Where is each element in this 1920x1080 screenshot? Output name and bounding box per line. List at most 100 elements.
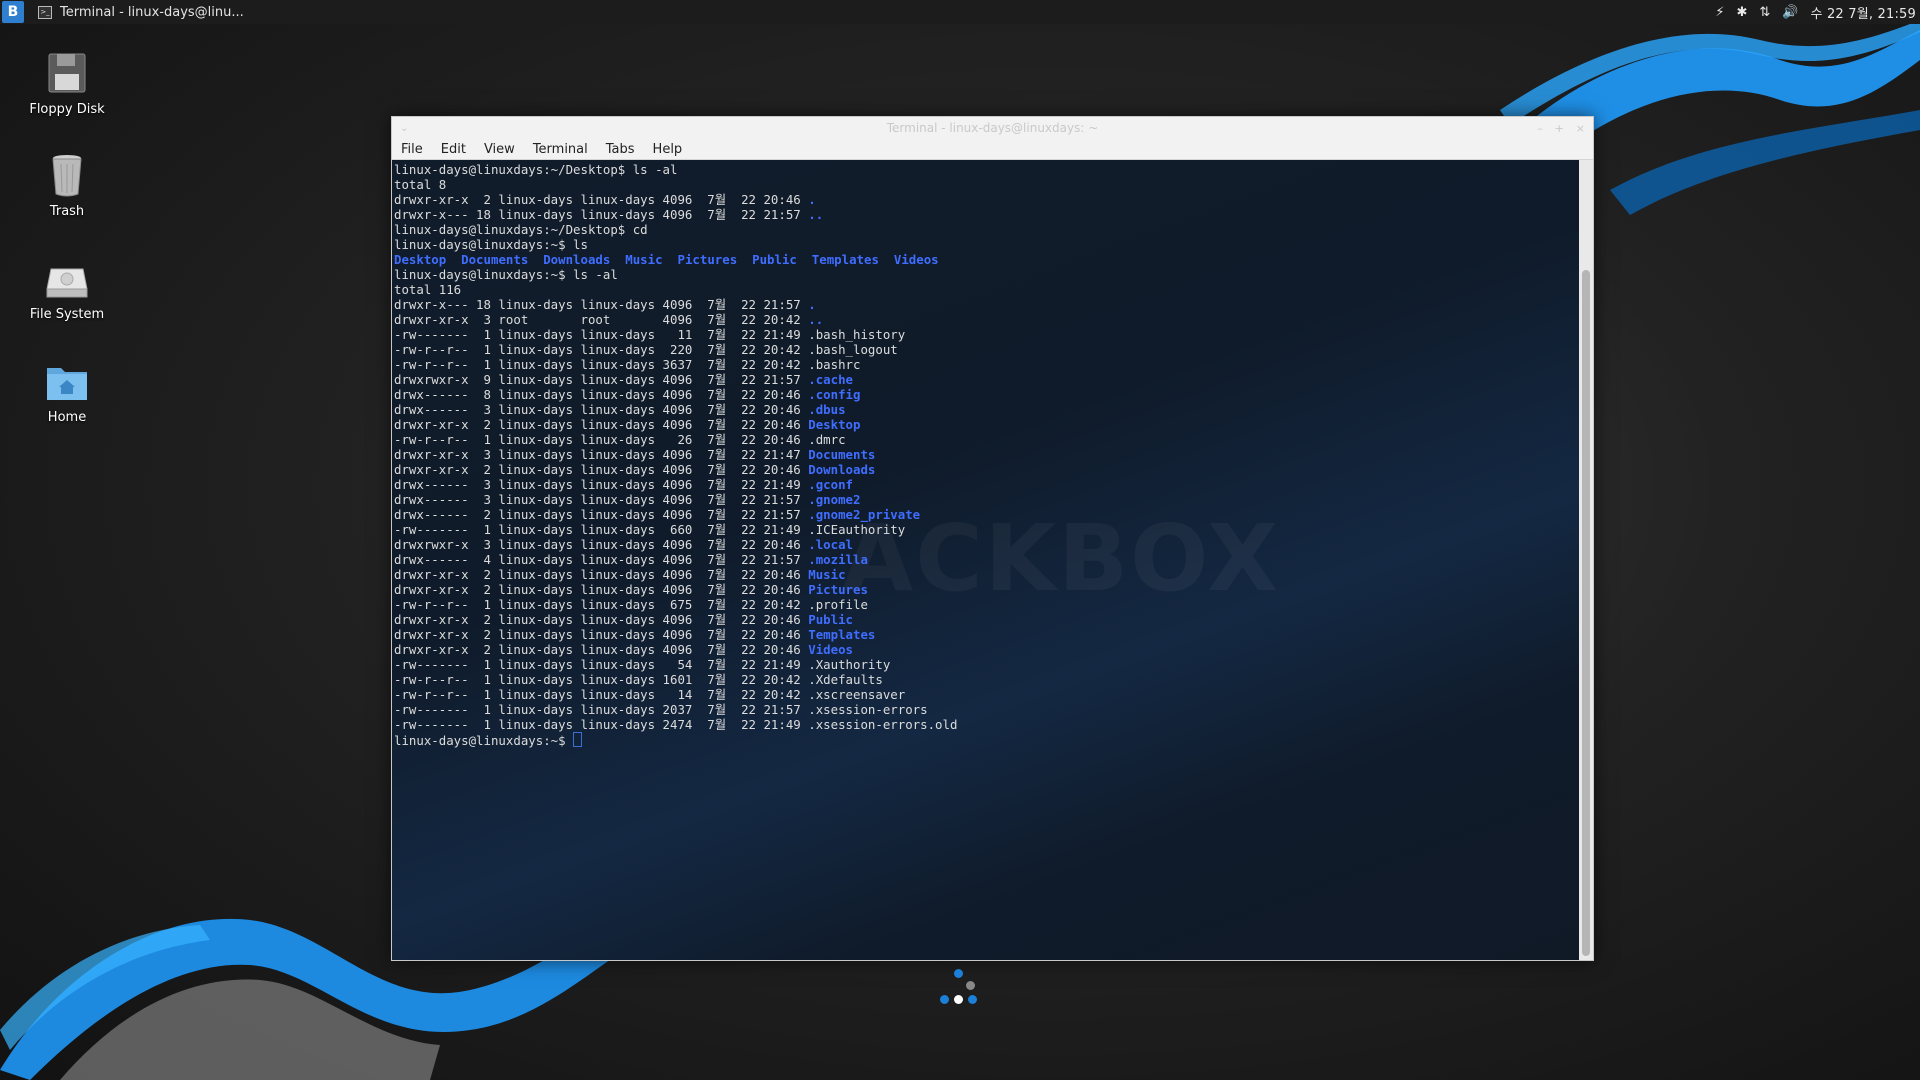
desktop-icon-label: File System bbox=[29, 307, 105, 322]
terminal-directory-name: .dbus bbox=[808, 402, 846, 417]
terminal-line: drwx------ 4 linux-days linux-days 4096 … bbox=[394, 552, 957, 567]
terminal-text: drwxr-xr-x 2 linux-days linux-days 4096 … bbox=[394, 192, 809, 207]
terminal-line: drwx------ 3 linux-days linux-days 4096 … bbox=[394, 402, 957, 417]
terminal-directory-name: Music bbox=[808, 567, 846, 582]
terminal-cursor bbox=[573, 732, 583, 747]
terminal-directory-name: Templates bbox=[808, 627, 876, 642]
terminal-text: total 116 bbox=[394, 282, 462, 297]
volume-icon[interactable]: 🔊 bbox=[1782, 5, 1798, 20]
menu-bar: File Edit View Terminal Tabs Help bbox=[392, 139, 1593, 160]
terminal-text: drwx------ 4 linux-days linux-days 4096 … bbox=[394, 552, 809, 567]
terminal-line: -rw-r--r-- 1 linux-days linux-days 14 7월… bbox=[394, 687, 957, 702]
scrollbar-thumb[interactable] bbox=[1582, 270, 1590, 956]
terminal-line: drwx------ 8 linux-days linux-days 4096 … bbox=[394, 387, 957, 402]
window-titlebar[interactable]: ⌄ Terminal - linux-days@linuxdays: ~ – +… bbox=[392, 117, 1593, 139]
terminal-text: -rw------- 1 linux-days linux-days 11 7월… bbox=[394, 327, 906, 342]
terminal-line: drwxr-xr-x 2 linux-days linux-days 4096 … bbox=[394, 462, 957, 477]
terminal-directory-name: Downloads bbox=[543, 252, 611, 267]
menu-help[interactable]: Help bbox=[644, 142, 692, 157]
terminal-text: drwxr-xr-x 2 linux-days linux-days 4096 … bbox=[394, 582, 809, 597]
terminal-text: linux-days@linuxdays:~/Desktop$ ls -al bbox=[394, 162, 678, 177]
terminal-line: -rw-r--r-- 1 linux-days linux-days 26 7월… bbox=[394, 432, 957, 447]
terminal-line: drwxr-xr-x 2 linux-days linux-days 4096 … bbox=[394, 192, 957, 207]
top-panel: B >_ Terminal - linux-days@linu... ⚡ ✱ ⇅… bbox=[0, 0, 1920, 24]
terminal-directory-name: .gnome2_private bbox=[808, 507, 921, 522]
clock[interactable]: 수 22 7월, 21:59 bbox=[1810, 3, 1916, 22]
terminal-line: -rw-r--r-- 1 linux-days linux-days 3637 … bbox=[394, 357, 957, 372]
desktop-icon-label: Trash bbox=[49, 204, 85, 219]
power-icon[interactable]: ⚡ bbox=[1715, 5, 1724, 20]
terminal-line: -rw------- 1 linux-days linux-days 11 7월… bbox=[394, 327, 957, 342]
terminal-text: drwxr-xr-x 2 linux-days linux-days 4096 … bbox=[394, 462, 809, 477]
terminal-line: -rw------- 1 linux-days linux-days 54 7월… bbox=[394, 657, 957, 672]
terminal-text: drwxrwxr-x 9 linux-days linux-days 4096 … bbox=[394, 372, 809, 387]
terminal-line: Desktop Documents Downloads Music Pictur… bbox=[394, 252, 957, 267]
terminal-line: drwxr-xr-x 2 linux-days linux-days 4096 … bbox=[394, 642, 957, 657]
close-icon[interactable]: × bbox=[1576, 122, 1585, 135]
applications-menu-button[interactable]: B bbox=[2, 1, 24, 23]
terminal-text: -rw-r--r-- 1 linux-days linux-days 26 7월… bbox=[394, 432, 846, 447]
menu-view[interactable]: View bbox=[475, 142, 524, 157]
window-menu-icon[interactable]: ⌄ bbox=[400, 123, 408, 134]
minimize-icon[interactable]: – bbox=[1537, 122, 1543, 135]
terminal-directory-name: Music bbox=[625, 252, 663, 267]
loading-dot bbox=[968, 995, 977, 1004]
terminal-text: -rw-r--r-- 1 linux-days linux-days 675 7… bbox=[394, 597, 868, 612]
terminal-line: drwxr-xr-x 2 linux-days linux-days 4096 … bbox=[394, 417, 957, 432]
menu-tabs[interactable]: Tabs bbox=[597, 142, 644, 157]
desktop-icon-home[interactable]: Home bbox=[20, 358, 114, 425]
terminal-text: linux-days@linuxdays:~$ ls -al bbox=[394, 267, 618, 282]
terminal-prompt-line[interactable]: linux-days@linuxdays:~$ bbox=[394, 732, 957, 748]
desktop-icon-floppy-disk[interactable]: Floppy Disk bbox=[20, 50, 114, 117]
terminal-line: drwx------ 3 linux-days linux-days 4096 … bbox=[394, 492, 957, 507]
terminal-directory-name: Desktop bbox=[808, 417, 861, 432]
bluetooth-icon[interactable]: ✱ bbox=[1736, 5, 1747, 20]
terminal-directory-name: . bbox=[808, 297, 816, 312]
terminal-directory-name: Templates bbox=[811, 252, 879, 267]
menu-terminal[interactable]: Terminal bbox=[524, 142, 597, 157]
terminal-lines: linux-days@linuxdays:~/Desktop$ ls -al to… bbox=[394, 162, 957, 748]
terminal-line: -rw-r--r-- 1 linux-days linux-days 1601 … bbox=[394, 672, 957, 687]
terminal-output[interactable]: ACKBOX linux-days@linuxdays:~/Desktop$ l… bbox=[392, 160, 1579, 960]
terminal-text: -rw-r--r-- 1 linux-days linux-days 1601 … bbox=[394, 672, 883, 687]
network-icon[interactable]: ⇅ bbox=[1759, 5, 1770, 20]
terminal-directory-name: Videos bbox=[808, 642, 853, 657]
terminal-line: drwxrwxr-x 3 linux-days linux-days 4096 … bbox=[394, 537, 957, 552]
taskbar-item-terminal[interactable]: >_ Terminal - linux-days@linu... bbox=[38, 5, 244, 20]
drive-icon bbox=[45, 255, 89, 301]
desktop-icon-label: Floppy Disk bbox=[29, 102, 105, 117]
desktop-icon-label: Home bbox=[47, 410, 87, 425]
window-controls: – + × bbox=[1537, 122, 1585, 135]
terminal-line: drwxr-xr-x 2 linux-days linux-days 4096 … bbox=[394, 582, 957, 597]
terminal-text: linux-days@linuxdays:~$ ls bbox=[394, 237, 588, 252]
terminal-window: ⌄ Terminal - linux-days@linuxdays: ~ – +… bbox=[391, 116, 1594, 961]
loading-dot bbox=[954, 969, 963, 978]
terminal-text: -rw-r--r-- 1 linux-days linux-days 3637 … bbox=[394, 357, 861, 372]
loading-dot bbox=[940, 995, 949, 1004]
terminal-text: -rw------- 1 linux-days linux-days 660 7… bbox=[394, 522, 906, 537]
menu-file[interactable]: File bbox=[392, 142, 432, 157]
terminal-directory-name: .. bbox=[808, 207, 824, 222]
desktop-icon-trash[interactable]: Trash bbox=[20, 152, 114, 219]
terminal-text: linux-days@linuxdays:~/Desktop$ cd bbox=[394, 222, 648, 237]
terminal-text: drwxrwxr-x 3 linux-days linux-days 4096 … bbox=[394, 537, 809, 552]
terminal-text: drwx------ 3 linux-days linux-days 4096 … bbox=[394, 402, 809, 417]
maximize-icon[interactable]: + bbox=[1555, 122, 1564, 135]
terminal-directory-name: .. bbox=[808, 312, 824, 327]
terminal-directory-name: .config bbox=[808, 387, 861, 402]
desktop-icon-file-system[interactable]: File System bbox=[20, 255, 114, 322]
window-title: Terminal - linux-days@linuxdays: ~ bbox=[886, 121, 1099, 135]
menu-edit[interactable]: Edit bbox=[432, 142, 475, 157]
terminal-directory-name: Pictures bbox=[677, 252, 738, 267]
terminal-line: -rw------- 1 linux-days linux-days 660 7… bbox=[394, 522, 957, 537]
terminal-text: drwx------ 2 linux-days linux-days 4096 … bbox=[394, 507, 809, 522]
terminal-text: drwx------ 8 linux-days linux-days 4096 … bbox=[394, 387, 809, 402]
terminal-line: -rw------- 1 linux-days linux-days 2474 … bbox=[394, 717, 957, 732]
terminal-line: drwx------ 2 linux-days linux-days 4096 … bbox=[394, 507, 957, 522]
terminal-line: linux-days@linuxdays:~/Desktop$ cd bbox=[394, 222, 957, 237]
terminal-line: -rw-r--r-- 1 linux-days linux-days 220 7… bbox=[394, 342, 957, 357]
terminal-scrollbar[interactable] bbox=[1579, 160, 1593, 960]
terminal-directory-name: .mozilla bbox=[808, 552, 868, 567]
terminal-line: total 8 bbox=[394, 177, 957, 192]
floppy-disk-icon bbox=[45, 50, 89, 96]
